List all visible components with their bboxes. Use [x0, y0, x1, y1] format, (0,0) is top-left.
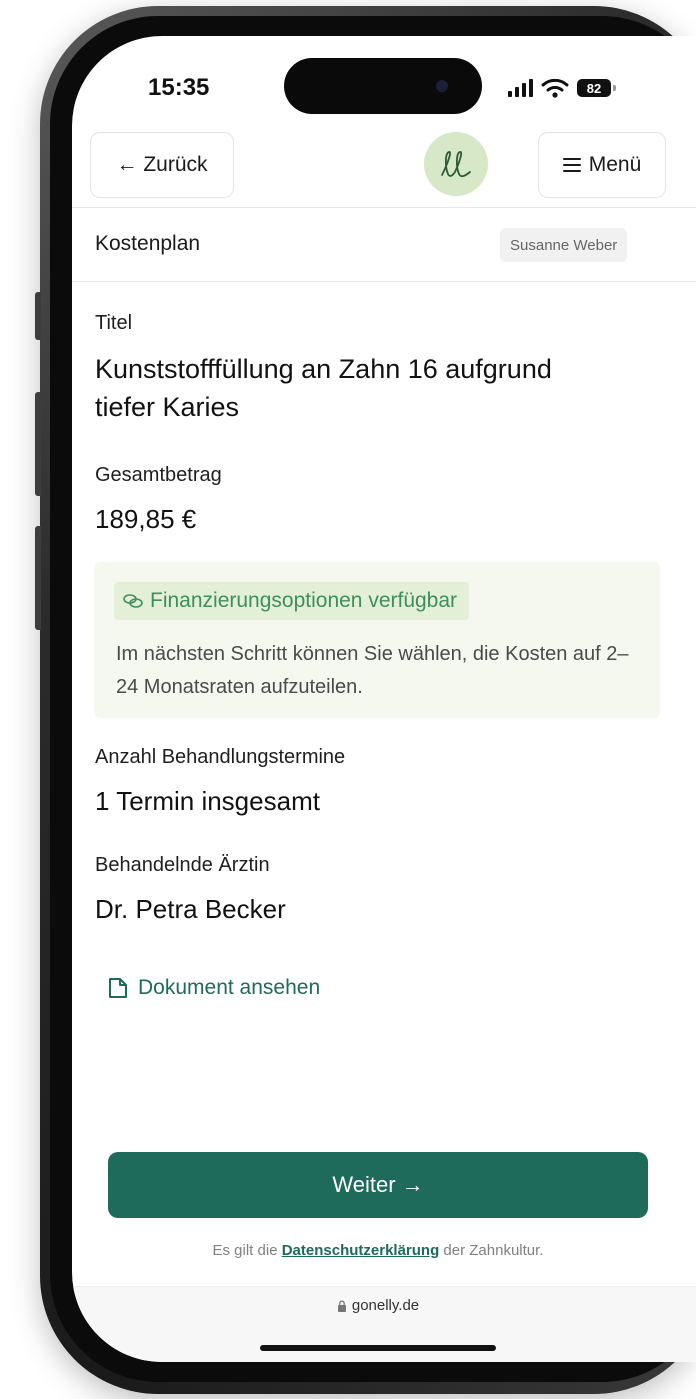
action-button: [35, 292, 41, 340]
doctor-value: Dr. Petra Becker: [95, 894, 286, 924]
view-document-label: Dokument ansehen: [138, 976, 321, 999]
phone-screen: 15:35 82 ← Zurück Menü Kostenplan Susann…: [72, 36, 696, 1362]
top-nav: ← Zurück Menü: [72, 128, 696, 208]
privacy-policy-link[interactable]: Datenschutzerklärung: [282, 1242, 440, 1259]
menu-label: Menü: [588, 153, 642, 176]
privacy-suffix: der Zahnkultur.: [439, 1242, 544, 1259]
total-label: Gesamtbetrag: [95, 464, 222, 486]
back-button[interactable]: ← Zurück: [90, 132, 234, 198]
money-icon: [123, 594, 143, 608]
volume-down-button: [35, 526, 41, 630]
url-text: gonelly.de: [351, 1297, 420, 1314]
continue-button[interactable]: Weiter →: [108, 1152, 648, 1218]
logo-mark: [441, 151, 471, 178]
status-icons: 82: [508, 76, 616, 100]
financing-badge: Finanzierungsoptionen verfügbar: [114, 582, 470, 620]
lock-icon: [337, 1300, 346, 1312]
status-time: 15:35: [148, 74, 210, 101]
browser-url-bar[interactable]: gonelly.de: [72, 1286, 696, 1362]
appointments-value: 1 Termin insgesamt: [95, 786, 320, 816]
page-title: Kostenplan: [95, 232, 201, 255]
financing-description: Im nächsten Schritt können Sie wählen, d…: [116, 643, 629, 698]
privacy-notice: Es gilt die Datenschutzerklärung der Zah…: [72, 1242, 684, 1259]
battery-icon: 82: [577, 79, 616, 97]
appointments-label: Anzahl Behandlungstermine: [95, 746, 346, 768]
url-display[interactable]: gonelly.de: [72, 1297, 684, 1314]
signal-icon: [508, 79, 533, 97]
page-header: Kostenplan Susanne Weber: [72, 208, 696, 282]
menu-button[interactable]: Menü: [538, 132, 666, 198]
user-badge: Susanne Weber: [500, 228, 628, 262]
dynamic-island: [284, 58, 482, 114]
total-value: 189,85 €: [95, 504, 197, 534]
title-label: Titel: [95, 312, 133, 334]
document-icon: [109, 978, 127, 998]
volume-up-button: [35, 392, 41, 496]
camera-icon: [436, 80, 448, 92]
financing-info-box: Finanzierungsoptionen verfügbar Im nächs…: [94, 562, 660, 718]
privacy-prefix: Es gilt die: [212, 1242, 282, 1259]
stage: 15:35 82 ← Zurück Menü Kostenplan Susann…: [0, 0, 696, 1399]
logo-icon[interactable]: [424, 132, 488, 196]
financing-badge-label: Finanzierungsoptionen verfügbar: [150, 589, 458, 612]
view-document-link[interactable]: Dokument ansehen: [108, 976, 320, 1000]
title-value: Kunststofffüllung an Zahn 16 aufgrund ti…: [95, 354, 552, 422]
menu-icon: [562, 158, 581, 172]
doctor-label: Behandelnde Ärztin: [95, 854, 270, 876]
wifi-icon: [541, 78, 569, 98]
home-indicator[interactable]: [260, 1345, 496, 1351]
